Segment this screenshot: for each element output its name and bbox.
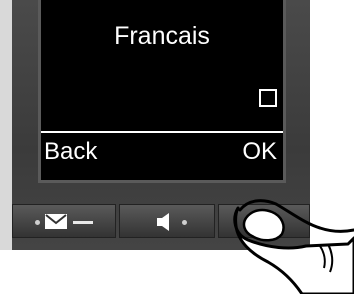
softkey-divider <box>41 131 283 133</box>
volume-key[interactable] <box>119 204 215 238</box>
dot-icon <box>35 220 40 225</box>
phone-display: Francais Back OK <box>38 0 286 183</box>
envelope-icon <box>45 214 67 229</box>
language-option[interactable]: Francais <box>41 22 283 51</box>
phone-edge <box>0 0 12 250</box>
ok-softkey-label[interactable]: OK <box>242 138 277 166</box>
back-softkey-label[interactable]: Back <box>44 138 97 166</box>
dot-icon <box>182 220 187 225</box>
message-key[interactable] <box>12 204 116 238</box>
dash-icon <box>73 221 93 224</box>
pressing-finger-icon <box>233 199 354 294</box>
language-checkbox[interactable] <box>259 89 277 107</box>
speaker-icon <box>157 213 169 231</box>
